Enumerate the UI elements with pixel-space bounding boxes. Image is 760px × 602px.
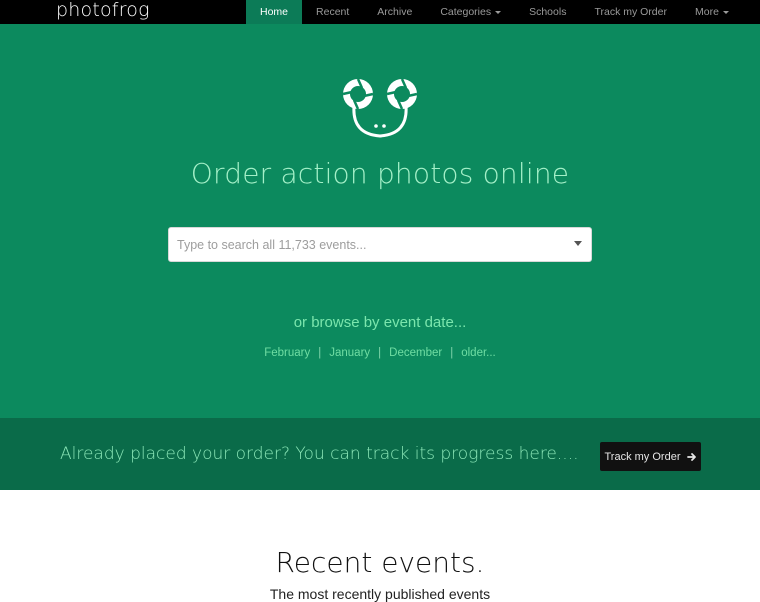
caret-down-icon: [722, 11, 729, 14]
month-link-january[interactable]: January: [329, 347, 370, 359]
separator: |: [318, 347, 322, 359]
nav-item-track-order[interactable]: Track my Order: [580, 0, 681, 24]
month-link-february[interactable]: February: [264, 347, 310, 359]
nav-item-more[interactable]: More: [681, 0, 743, 24]
nav-item-archive[interactable]: Archive: [363, 0, 426, 24]
nav-item-schools[interactable]: Schools: [515, 0, 580, 24]
top-navbar: photofrog Home Recent Archive Categories…: [0, 0, 760, 24]
frog-camera-logo-icon: [342, 78, 418, 138]
track-order-button-label: Track my Order: [604, 450, 681, 463]
nav-label: Recent: [316, 6, 350, 18]
track-order-button[interactable]: Track my Order: [600, 442, 701, 471]
brand-logo-text[interactable]: photofrog: [56, 0, 150, 21]
track-order-band: Already placed your order? You can track…: [0, 418, 760, 490]
main-nav: Home Recent Archive Categories Schools T…: [246, 0, 743, 24]
month-link-older[interactable]: older...: [461, 347, 496, 359]
nav-item-categories[interactable]: Categories: [426, 0, 515, 24]
separator: |: [378, 347, 382, 359]
nav-label: Home: [260, 6, 289, 18]
nav-label: Track my Order: [594, 6, 667, 18]
nav-label: More: [694, 6, 719, 18]
nav-item-recent[interactable]: Recent: [302, 0, 363, 24]
dropdown-caret-icon[interactable]: [574, 241, 582, 246]
month-link-december[interactable]: December: [389, 347, 442, 359]
month-links: February | January | December | older...: [0, 347, 760, 359]
track-order-text: Already placed your order? You can track…: [60, 444, 579, 464]
hero-title: Order action photos online: [190, 157, 570, 190]
event-search-input[interactable]: [169, 228, 569, 261]
caret-down-icon: [495, 11, 502, 14]
event-search-box[interactable]: [168, 227, 592, 262]
hero-section: Order action photos online or browse by …: [0, 24, 760, 418]
browse-by-date-label: or browse by event date...: [293, 314, 467, 331]
nav-label: Archive: [377, 6, 413, 18]
nav-label: Categories: [440, 6, 492, 18]
arrow-right-icon: [686, 452, 696, 461]
separator: |: [450, 347, 454, 359]
recent-events-title: Recent events.: [275, 546, 485, 579]
nav-item-home[interactable]: Home: [246, 0, 303, 24]
nav-label: Schools: [529, 6, 567, 18]
